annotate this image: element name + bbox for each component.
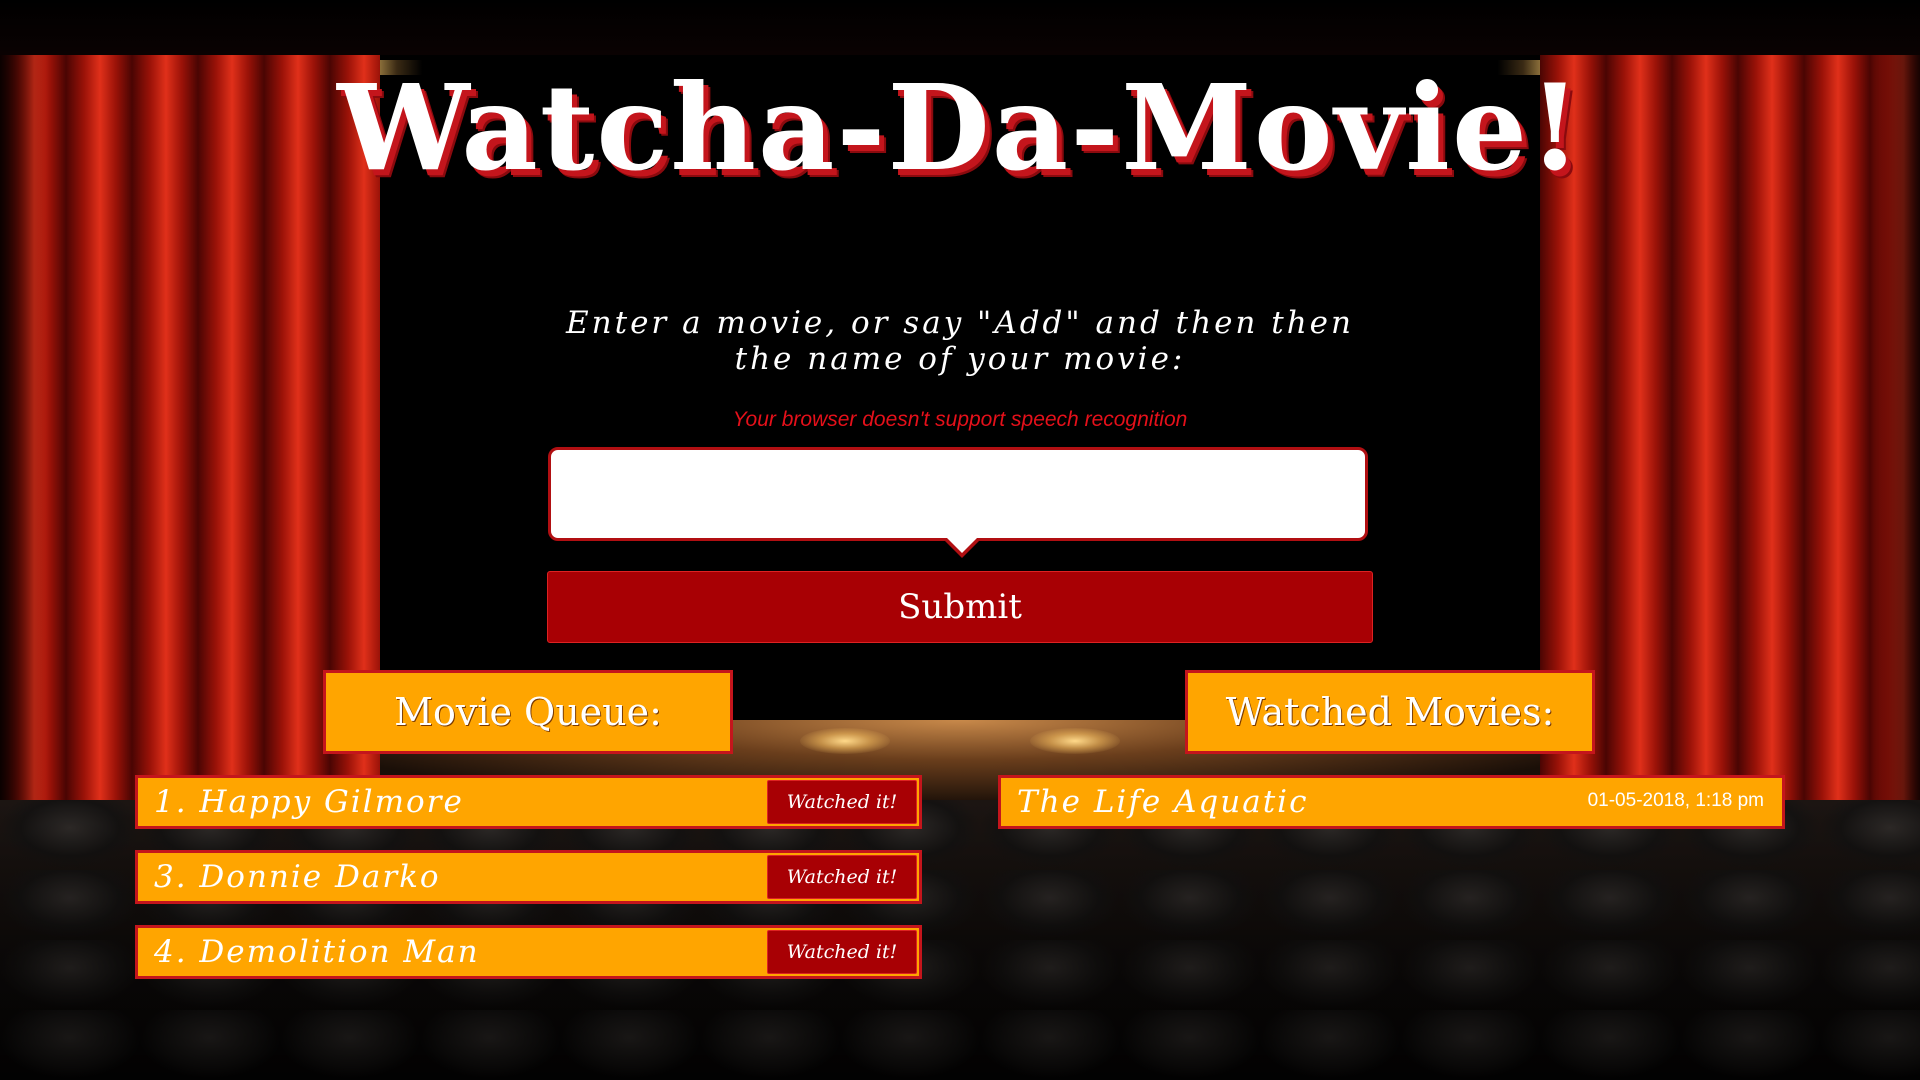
queue-item: 1. Happy Gilmore Watched it!	[135, 775, 922, 829]
stage-light	[1030, 728, 1120, 754]
movie-input-bubble	[548, 447, 1368, 541]
watched-item-date: 01-05-2018, 1:18 pm	[1587, 790, 1764, 811]
queue-item-title: 3. Donnie Darko	[154, 859, 441, 895]
watched-item: The Life Aquatic 01-05-2018, 1:18 pm	[998, 775, 1785, 829]
queue-item: 4. Demolition Man Watched it!	[135, 925, 922, 979]
watched-movies-heading: Watched Movies:	[1185, 670, 1595, 754]
queue-item-title: 4. Demolition Man	[154, 934, 480, 970]
watched-item-title: The Life Aquatic	[1017, 784, 1309, 820]
queue-item: 3. Donnie Darko Watched it!	[135, 850, 922, 904]
instructions-line-1: Enter a movie, or say "Add" and then the…	[566, 305, 1354, 341]
movie-input[interactable]	[551, 450, 1365, 538]
page-title: Watcha-Da-Movie!	[337, 58, 1583, 197]
movie-queue-heading: Movie Queue:	[323, 670, 733, 754]
watched-it-button[interactable]: Watched it!	[767, 855, 917, 899]
watched-it-button[interactable]: Watched it!	[767, 780, 917, 824]
queue-item-title: 1. Happy Gilmore	[154, 784, 464, 820]
speech-error-message: Your browser doesn't support speech reco…	[732, 408, 1188, 431]
instructions-line-2: the name of your movie:	[734, 341, 1186, 377]
stage-light	[800, 728, 890, 754]
submit-button[interactable]: Submit	[547, 571, 1373, 643]
watched-it-button[interactable]: Watched it!	[767, 930, 917, 974]
bubble-tail-inner	[946, 537, 978, 553]
input-instructions: Enter a movie, or say "Add" and then the…	[540, 305, 1380, 377]
curtain-top-shadow	[0, 0, 1920, 55]
